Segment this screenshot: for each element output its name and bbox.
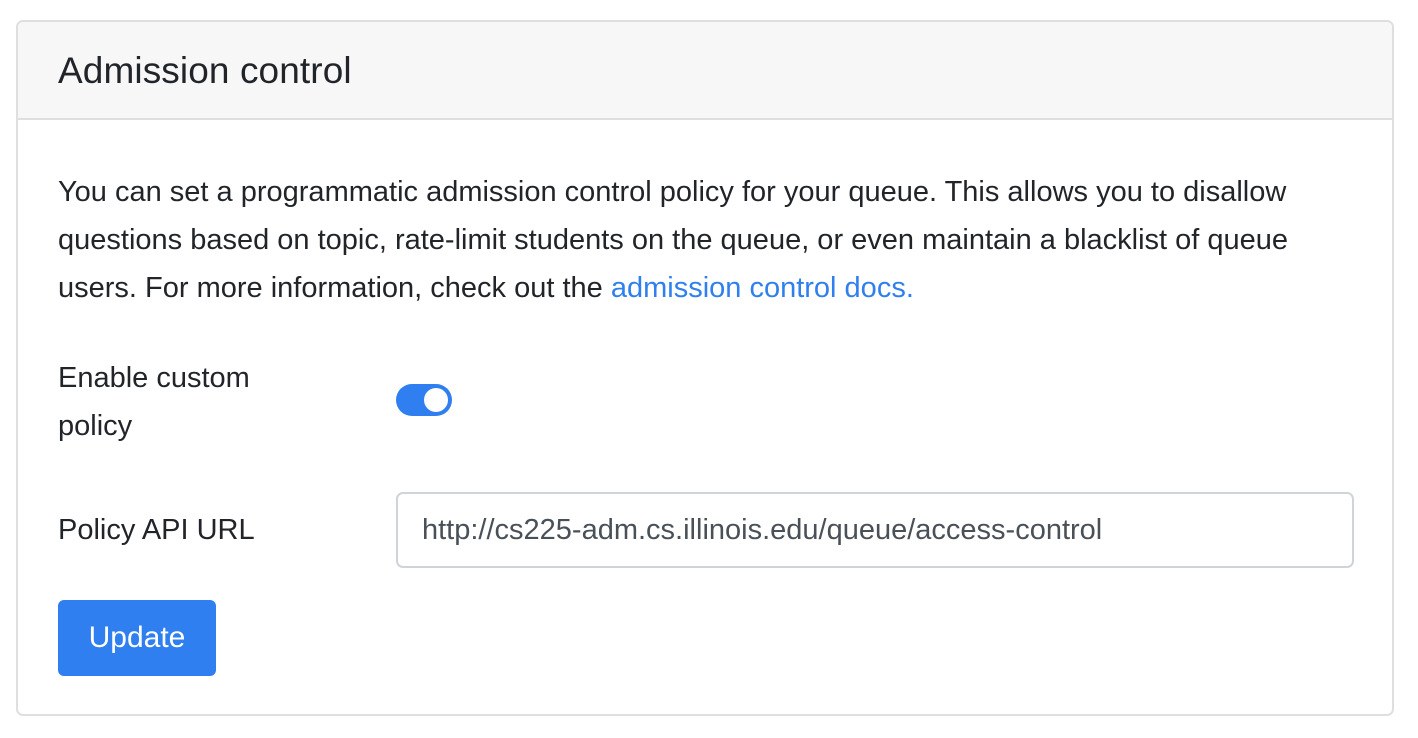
enable-custom-policy-label: Enable custom policy <box>58 362 250 442</box>
policy-api-url-input[interactable] <box>396 492 1354 568</box>
description-paragraph: You can set a programmatic admission con… <box>58 168 1348 312</box>
card-title: Admission control <box>58 49 352 91</box>
admission-control-card: Admission control You can set a programm… <box>16 20 1394 716</box>
admission-control-docs-link[interactable]: admission control docs. <box>611 272 914 304</box>
toggle-knob <box>424 388 448 412</box>
policy-api-url-label: Policy API URL <box>58 514 255 546</box>
update-button[interactable]: Update <box>58 600 216 676</box>
card-header: Admission control <box>18 22 1392 120</box>
enable-custom-policy-toggle[interactable] <box>396 384 452 416</box>
